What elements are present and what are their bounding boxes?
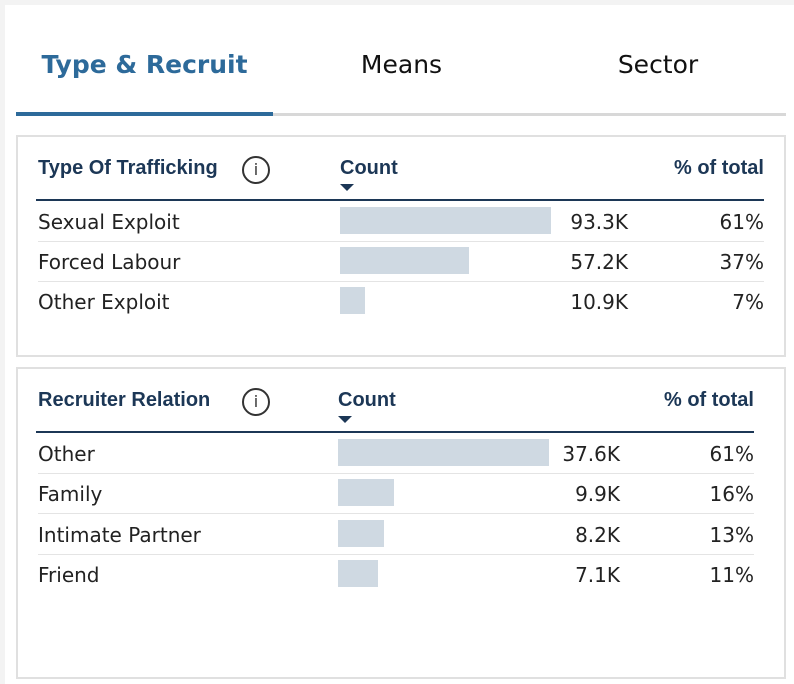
row-pct: 7% [732,290,764,314]
tab-underline [273,113,530,116]
info-icon[interactable]: i [242,388,270,416]
count-bar [338,439,549,466]
column-header-pct: % of total [674,157,764,179]
table-row[interactable]: Other 37.6K 61% [38,434,754,474]
tab-means[interactable]: Means [273,40,530,116]
tab-type-recruit[interactable]: Type & Recruit [16,40,273,116]
row-label: Intimate Partner [38,523,201,547]
count-bar [338,520,384,547]
info-icon[interactable]: i [242,156,270,184]
tab-label: Sector [617,50,699,79]
column-header-pct: % of total [664,389,754,411]
row-pct: 61% [709,442,754,466]
count-bar [340,247,469,274]
table-row[interactable]: Intimate Partner 8.2K 13% [38,515,754,555]
count-bar [338,479,394,506]
row-label: Forced Labour [38,250,181,274]
row-count: 57.2K [570,250,628,274]
row-pct: 61% [719,210,764,234]
sort-descending-icon[interactable] [340,184,354,191]
sort-descending-icon[interactable] [338,416,352,423]
count-bar [340,287,365,314]
row-pct: 13% [709,523,754,547]
row-label: Other [38,442,95,466]
tab-sector[interactable]: Sector [530,40,786,116]
column-header-count[interactable]: Count [340,157,398,180]
tab-label: Means [360,50,443,79]
row-label: Sexual Exploit [38,210,180,234]
table-row[interactable]: Sexual Exploit 93.3K 61% [38,202,764,242]
table-row[interactable]: Forced Labour 57.2K 37% [38,242,764,282]
recruiter-table-panel: Recruiter Relation i Count % of total Ot… [16,367,786,679]
column-header-type: Type Of Trafficking [38,157,218,179]
table-row[interactable]: Family 9.9K 16% [38,474,754,514]
row-count: 9.9K [575,482,620,506]
tab-label: Type & Recruit [41,50,248,79]
row-pct: 37% [719,250,764,274]
tab-underline [16,112,273,116]
row-label: Other Exploit [38,290,170,314]
count-bar [340,207,551,234]
row-count: 8.2K [575,523,620,547]
row-pct: 11% [709,563,754,587]
row-label: Family [38,482,103,506]
table-row[interactable]: Other Exploit 10.9K 7% [38,282,764,322]
tab-underline [530,113,786,116]
header-rule [36,431,754,433]
row-divider [38,513,754,514]
row-count: 10.9K [570,290,628,314]
row-label: Friend [38,563,100,587]
row-pct: 16% [709,482,754,506]
count-bar [338,560,378,587]
row-count: 7.1K [575,563,620,587]
tab-bar: Type & Recruit Means Sector [16,40,786,116]
column-header-count[interactable]: Count [338,389,396,412]
trafficking-table-panel: Type Of Trafficking i Count % of total S… [16,135,786,357]
row-count: 93.3K [570,210,628,234]
row-count: 37.6K [562,442,620,466]
table-row[interactable]: Friend 7.1K 11% [38,555,754,595]
header-rule [36,199,764,201]
column-header-relation: Recruiter Relation [38,389,211,411]
